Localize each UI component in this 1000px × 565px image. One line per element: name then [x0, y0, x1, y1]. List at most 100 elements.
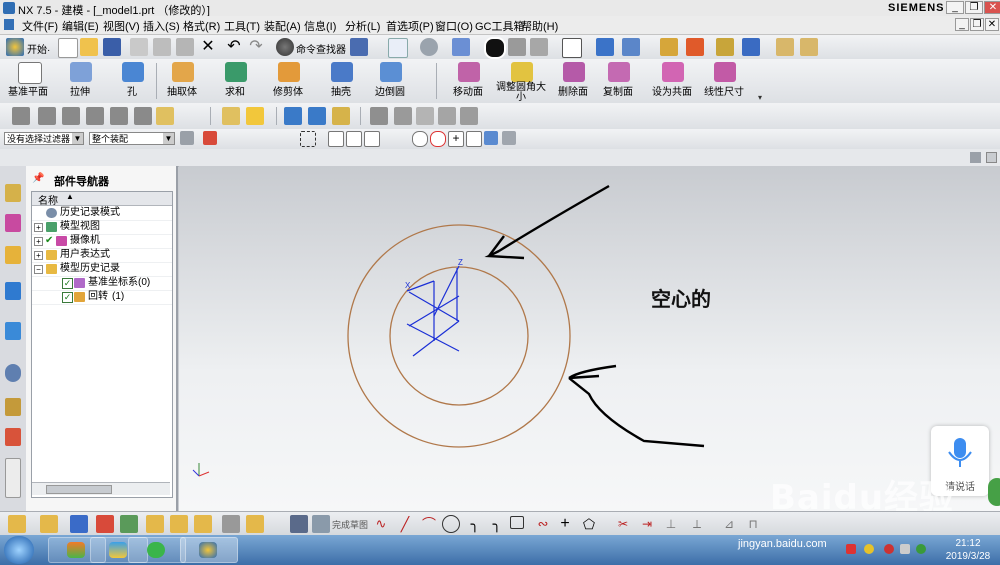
menu-help[interactable]: 帮助(H) [521, 18, 558, 34]
tool-c-icon[interactable] [62, 107, 80, 125]
tool-l-icon[interactable] [332, 107, 350, 125]
menu-preferences[interactable]: 首选项(P) [386, 18, 434, 34]
trim-body-button[interactable]: 修剪体 [260, 83, 316, 98]
sketch-icon[interactable] [290, 515, 308, 533]
history-icon[interactable] [5, 364, 21, 382]
tray-speaker-icon[interactable] [846, 544, 856, 554]
tree-horizontal-scrollbar[interactable] [32, 482, 170, 495]
menu-view[interactable]: 视图(V) [103, 18, 140, 34]
menu-window[interactable]: 窗口(O) [435, 18, 473, 34]
tree-row-datum-csys[interactable]: ✓ 基准坐标系 (0) [32, 276, 172, 291]
tree-row-user-expressions[interactable]: + 用户表达式 [32, 248, 172, 263]
tool-i-icon[interactable] [246, 107, 264, 125]
snap-existing-icon[interactable] [484, 131, 498, 145]
menu-tools[interactable]: 工具(T) [224, 18, 260, 34]
windows-start-button[interactable] [4, 536, 34, 564]
snap-quadrant-icon[interactable] [430, 131, 446, 147]
tool-j-icon[interactable] [284, 107, 302, 125]
selection-mode-icon[interactable] [203, 131, 217, 145]
sync-more-icon[interactable]: ▾ [758, 93, 762, 102]
nx-menu-icon[interactable] [4, 19, 14, 30]
snap-control-icon[interactable] [364, 131, 380, 147]
tool-p-icon[interactable] [438, 107, 456, 125]
point-icon[interactable]: + [556, 515, 574, 533]
panel-layout-icon[interactable] [970, 152, 981, 163]
tray-network-icon[interactable] [900, 544, 910, 554]
orient-view-icon[interactable] [596, 38, 614, 56]
tool-b-icon[interactable] [38, 107, 56, 125]
render-style-icon[interactable] [420, 38, 438, 56]
tool-q-icon[interactable] [460, 107, 478, 125]
tree-row-model-views[interactable]: + 模型视图 [32, 220, 172, 235]
tree-row-revolve[interactable]: ✓ 回转 (1) [32, 290, 172, 305]
delete-face-icon[interactable] [563, 62, 585, 82]
snap-intersection-icon[interactable]: + [448, 131, 464, 147]
menu-edit[interactable]: 编辑(E) [62, 18, 99, 34]
hide-show-icon[interactable] [742, 38, 760, 56]
app-icon[interactable] [3, 2, 15, 14]
strip-scrollbar[interactable] [5, 458, 21, 498]
expand-icon[interactable]: + [34, 237, 43, 246]
extract-body-icon[interactable] [172, 62, 194, 82]
collapse-icon[interactable]: − [34, 265, 43, 274]
delete-icon[interactable]: ✕ [199, 38, 217, 56]
doc-close-button[interactable]: ✕ [985, 18, 999, 31]
restore-button[interactable]: ❐ [965, 1, 983, 14]
scope-dropdown-icon[interactable]: ▼ [163, 133, 174, 144]
constraint-icon[interactable]: ⟂ [688, 515, 706, 533]
menu-gc-toolbox[interactable]: GC工具箱 [475, 18, 525, 34]
graphics-canvas[interactable]: Z X 空心的 [179, 166, 1000, 511]
snap-endpoint-icon[interactable] [328, 131, 344, 147]
snap-tool-c-icon[interactable] [70, 515, 88, 533]
tool-d-icon[interactable] [86, 107, 104, 125]
chamfer-icon[interactable]: ╮ [488, 515, 506, 533]
trim-icon[interactable]: ✂ [614, 515, 632, 533]
view-cube-icon[interactable] [502, 131, 516, 145]
menu-analysis[interactable]: 分析(L) [345, 18, 380, 34]
snap-tool-b-icon[interactable] [40, 515, 58, 533]
snap-tool-i-icon[interactable] [222, 515, 240, 533]
finish-sketch-icon[interactable] [312, 515, 330, 533]
copy-face-icon[interactable] [608, 62, 630, 82]
tool-n-icon[interactable] [394, 107, 412, 125]
type-filter-dropdown-icon[interactable]: ▼ [72, 133, 83, 144]
wireframe-icon[interactable] [530, 38, 548, 56]
taskbar-browser[interactable] [128, 537, 186, 563]
expand-icon[interactable]: + [34, 223, 43, 232]
edge-blend-button[interactable]: 边倒圆 [362, 83, 418, 98]
clock-time[interactable]: 21:12 [938, 538, 998, 549]
constraint-navigator-icon[interactable] [5, 214, 21, 232]
hole-button[interactable]: 孔 [104, 83, 160, 98]
process-studio-icon[interactable] [5, 428, 21, 446]
extend-icon[interactable]: ⇥ [638, 515, 656, 533]
finish-sketch-button[interactable]: 完成草图 [332, 518, 368, 531]
datum-plane-button[interactable]: 基准平面 [0, 83, 56, 98]
menu-assembly[interactable]: 装配(A) [264, 18, 301, 34]
snap-tool-h-icon[interactable] [194, 515, 212, 533]
snap-midpoint-icon[interactable] [346, 131, 362, 147]
system-materials-icon[interactable] [5, 398, 21, 416]
linear-dimension-icon[interactable] [714, 62, 736, 82]
rectangle-select-icon[interactable] [300, 131, 316, 147]
edge-blend-icon[interactable] [380, 62, 402, 82]
fillet-icon[interactable]: ╮ [466, 515, 484, 533]
snap-tool-j-icon[interactable] [246, 515, 264, 533]
measure-angle-icon[interactable] [800, 38, 818, 56]
arc-icon[interactable]: ⌒ [420, 515, 438, 533]
tray-shield-icon[interactable] [916, 544, 926, 554]
taskbar-nx[interactable] [180, 537, 238, 563]
fit-view-icon[interactable] [388, 38, 408, 58]
tray-antivirus-icon[interactable] [884, 544, 894, 554]
start-icon[interactable] [6, 38, 24, 56]
part-navigator-icon[interactable] [5, 246, 21, 264]
snap-tool-d-icon[interactable] [96, 515, 114, 533]
tree-row-cameras[interactable]: + ✔ 摄像机 [32, 234, 172, 249]
extract-body-button[interactable]: 抽取体 [154, 83, 210, 98]
close-button[interactable]: ✕ [984, 1, 1000, 14]
doc-minimize-button[interactable]: _ [955, 18, 969, 31]
menu-file[interactable]: 文件(F) [22, 18, 58, 34]
tree-row-model-history[interactable]: − 模型历史记录 [32, 262, 172, 277]
sort-asc-icon[interactable]: ▲ [66, 192, 74, 201]
paste-icon[interactable] [176, 38, 194, 56]
reuse-library-icon[interactable] [5, 282, 21, 300]
